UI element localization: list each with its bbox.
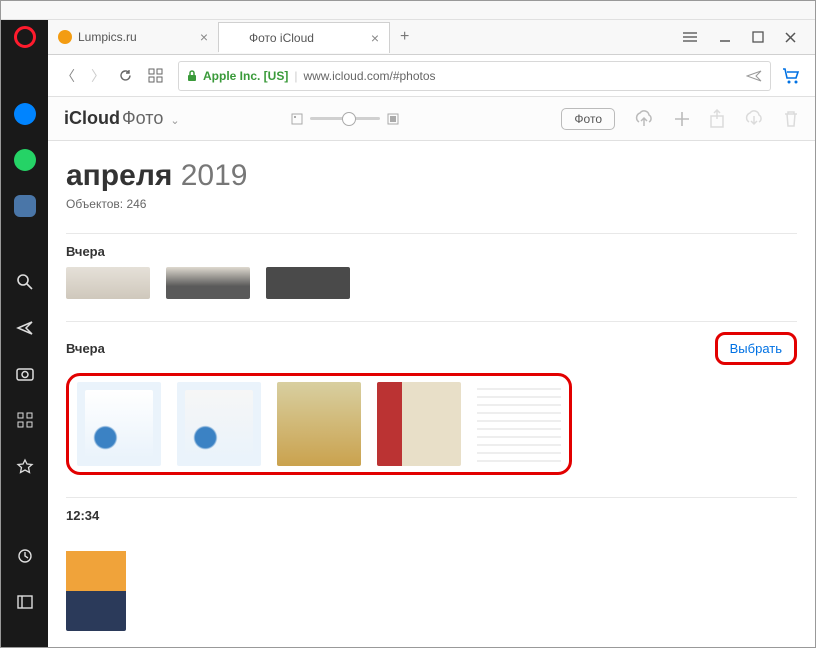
- flow-icon[interactable]: [14, 317, 36, 339]
- opera-rail-mid: [1, 55, 48, 97]
- messenger-icon[interactable]: [14, 103, 36, 125]
- upload-icon[interactable]: [633, 110, 655, 128]
- photo-thumb[interactable]: [66, 267, 150, 299]
- history-icon[interactable]: [14, 545, 36, 567]
- address-bar: 〈 〉 Apple Inc. [US] | www.icloud.com/#ph…: [48, 55, 815, 97]
- zoom-thumb[interactable]: [342, 112, 356, 126]
- body-row: iCloudФото ⌄ Фото: [1, 97, 815, 647]
- close-window-icon[interactable]: [784, 31, 797, 44]
- brand-label: iCloudФото ⌄: [64, 108, 180, 129]
- photo-group-1: Вчера Выбрать: [66, 321, 797, 475]
- photo-thumb[interactable]: [177, 382, 261, 466]
- opera-logo-icon[interactable]: [14, 26, 36, 48]
- highlighted-thumb-row: [66, 373, 572, 475]
- thumb-row: [66, 531, 797, 631]
- photo-thumb[interactable]: [66, 531, 126, 631]
- group-header-label: Вчера: [66, 341, 105, 356]
- easy-setup-icon[interactable]: [682, 31, 698, 43]
- url-divider: |: [294, 69, 297, 83]
- opera-rail-top: [1, 20, 48, 55]
- icloud-header: iCloudФото ⌄ Фото: [48, 97, 815, 141]
- back-icon[interactable]: 〈: [58, 66, 78, 86]
- extensions-icon[interactable]: [14, 409, 36, 431]
- photo-thumb[interactable]: [377, 382, 461, 466]
- photo-thumb[interactable]: [277, 382, 361, 466]
- photo-group-0: Вчера: [66, 233, 797, 299]
- photo-thumb[interactable]: [77, 382, 161, 466]
- photo-thumb[interactable]: [477, 382, 561, 466]
- month-heading: апреля 2019: [66, 159, 797, 193]
- opera-sidebar: [1, 97, 48, 647]
- os-menubar: [1, 1, 815, 20]
- photo-thumb[interactable]: [266, 267, 350, 299]
- maximize-icon[interactable]: [752, 31, 764, 43]
- photos-scroll: апреля 2019 Объектов: 246 Вчера Вчер: [48, 141, 815, 647]
- speed-dial-icon[interactable]: [148, 68, 168, 83]
- share-icon: [709, 109, 725, 129]
- object-count: Объектов: 246: [66, 197, 797, 211]
- favicon-icon: [58, 30, 72, 44]
- zoom-small-icon: [290, 112, 304, 126]
- zoom-slider[interactable]: [290, 112, 400, 126]
- photo-group-2: 12:34: [66, 497, 797, 631]
- delete-icon: [783, 110, 799, 128]
- tab-strip-row: Lumpics.ru × Фото iCloud × +: [1, 20, 815, 55]
- cart-icon[interactable]: [781, 67, 805, 85]
- chevron-down-icon[interactable]: ⌄: [170, 115, 179, 127]
- zoom-large-icon: [386, 112, 400, 126]
- apple-favicon-icon: [229, 31, 243, 45]
- tab-label: Фото iCloud: [249, 31, 314, 45]
- snapshot-icon[interactable]: [14, 363, 36, 385]
- icloud-photos-page: iCloudФото ⌄ Фото: [48, 97, 815, 647]
- group-header-label: 12:34: [66, 508, 99, 523]
- close-icon[interactable]: ×: [200, 29, 208, 45]
- cert-org-label: Apple Inc. [US]: [203, 69, 288, 83]
- add-icon[interactable]: [673, 110, 691, 128]
- window-controls: [682, 30, 815, 44]
- tab-label: Lumpics.ru: [78, 30, 137, 44]
- url-text: www.icloud.com/#photos: [303, 69, 435, 83]
- tab-strip: Lumpics.ru × Фото iCloud × +: [48, 20, 815, 55]
- select-button[interactable]: Выбрать: [715, 332, 797, 365]
- vk-icon[interactable]: [14, 195, 36, 217]
- view-photos-button[interactable]: Фото: [561, 108, 615, 130]
- minimize-icon[interactable]: [718, 30, 732, 44]
- sidebar-toggle-icon[interactable]: [14, 591, 36, 613]
- bookmarks-icon[interactable]: [14, 455, 36, 477]
- url-input[interactable]: Apple Inc. [US] | www.icloud.com/#photos: [178, 61, 771, 91]
- reload-icon[interactable]: [118, 68, 138, 83]
- search-icon[interactable]: [14, 271, 36, 293]
- photo-thumb[interactable]: [166, 267, 250, 299]
- send-icon[interactable]: [746, 70, 762, 82]
- zoom-track[interactable]: [310, 117, 380, 120]
- address-bar-row: 〈 〉 Apple Inc. [US] | www.icloud.com/#ph…: [1, 55, 815, 97]
- tab-icloud-photos[interactable]: Фото iCloud ×: [219, 22, 390, 53]
- forward-icon: 〉: [88, 66, 108, 86]
- lock-icon: [187, 70, 197, 82]
- header-tools: Фото: [561, 108, 799, 130]
- close-icon[interactable]: ×: [371, 30, 379, 46]
- whatsapp-icon[interactable]: [14, 149, 36, 171]
- download-icon: [743, 110, 765, 128]
- thumb-row: [66, 267, 797, 299]
- tab-lumpics[interactable]: Lumpics.ru ×: [48, 22, 219, 52]
- new-tab-button[interactable]: +: [390, 28, 419, 46]
- group-header-label: Вчера: [66, 244, 105, 259]
- app-window: Lumpics.ru × Фото iCloud × +: [0, 0, 816, 648]
